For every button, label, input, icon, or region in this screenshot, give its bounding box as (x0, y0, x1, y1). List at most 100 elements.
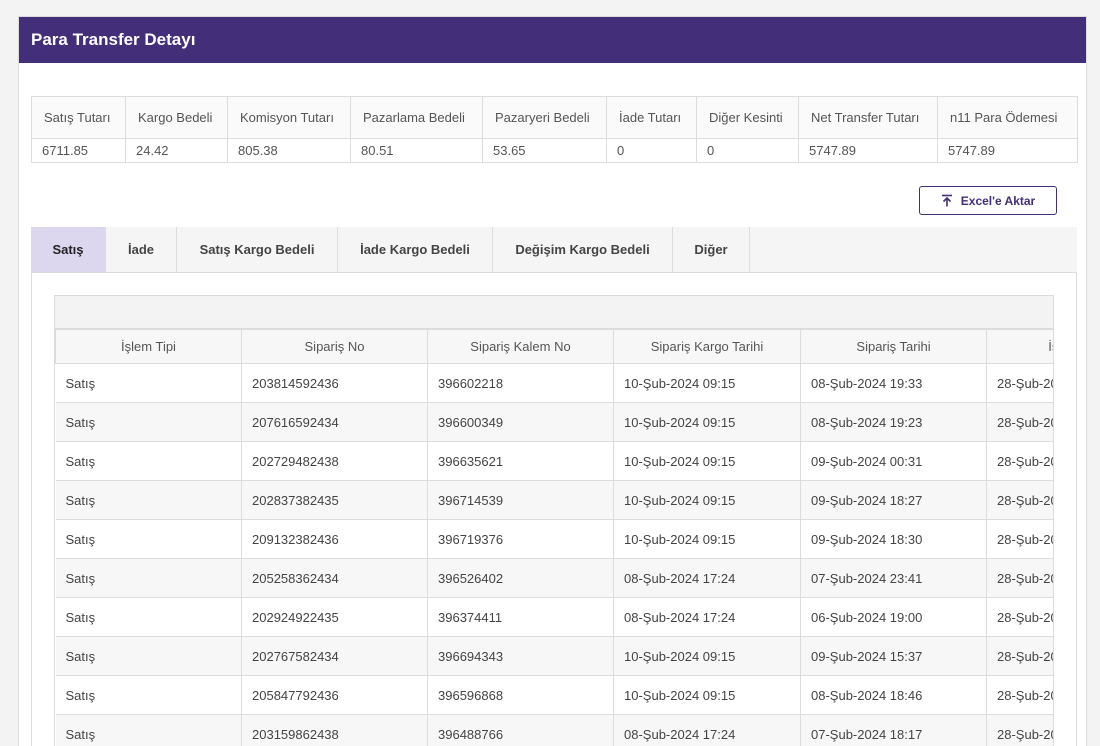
cell-order-date: 07-Şub-2024 18:17 (800, 714, 987, 746)
cell-order-no: 203159862438 (241, 714, 428, 746)
cell-order-date: 08-Şub-2024 18:46 (800, 675, 987, 715)
summary-value-sales-amount: 6711.85 (31, 138, 126, 163)
tab-bar: Satış İade Satış Kargo Bedeli İade Kargo… (31, 227, 1077, 273)
cell-transaction-date: 28-Şub-2024 (986, 558, 1053, 598)
cell-order-shipping-date: 10-Şub-2024 09:15 (613, 402, 801, 442)
summary-header-other-deduction: Diğer Kesinti (696, 96, 799, 139)
summary-header-shipping-fee: Kargo Bedeli (125, 96, 228, 139)
cell-transaction-date: 28-Şub-2024 (986, 480, 1053, 520)
column-header-transaction-date[interactable]: İşlem Tarihi (986, 329, 1053, 364)
grid-header-row: İşlem Tipi Sipariş No Sipariş Kalem No S… (55, 329, 1053, 364)
tab-sales[interactable]: Satış (31, 227, 106, 272)
cell-transaction-type: Satış (55, 675, 242, 715)
summary-header-marketing-fee: Pazarlama Bedeli (350, 96, 483, 139)
cell-order-no: 202729482438 (241, 441, 428, 481)
cell-order-shipping-date: 10-Şub-2024 09:15 (613, 441, 801, 481)
summary-value-net-transfer: 5747.89 (798, 138, 938, 163)
summary-value-marketplace-fee: 53.65 (482, 138, 607, 163)
tab-refund-shipping-fee[interactable]: İade Kargo Bedeli (338, 227, 493, 272)
table-row: Satış 203814592436 396602218 10-Şub-2024 09… (55, 363, 1053, 403)
cell-order-no: 205847792436 (241, 675, 428, 715)
cell-order-item-no: 396602218 (427, 363, 614, 403)
cell-transaction-type: Satış (55, 402, 242, 442)
cell-order-no: 203814592436 (241, 363, 428, 403)
cell-transaction-type: Satış (55, 597, 242, 637)
tab-refund[interactable]: İade (106, 227, 177, 272)
cell-order-shipping-date: 08-Şub-2024 17:24 (613, 558, 801, 598)
cell-transaction-date: 28-Şub-2024 (986, 363, 1053, 403)
column-header-transaction-type[interactable]: İşlem Tipi (55, 329, 242, 364)
cell-order-shipping-date: 08-Şub-2024 17:24 (613, 597, 801, 637)
summary-value-refund-amount: 0 (606, 138, 697, 163)
table-row: Satış 205258362434 396526402 08-Şub-2024 17… (55, 558, 1053, 598)
cell-order-date: 08-Şub-2024 19:33 (800, 363, 987, 403)
table-row: Satış 202729482438 396635621 10-Şub-2024 09… (55, 441, 1053, 481)
grid-toolbar (55, 295, 1053, 329)
summary-header-sales-amount: Satış Tutarı (31, 96, 126, 139)
cell-transaction-date: 28-Şub-2024 (986, 636, 1053, 676)
cell-transaction-date: 28-Şub-2024 (986, 714, 1053, 746)
cell-order-shipping-date: 10-Şub-2024 09:15 (613, 636, 801, 676)
cell-order-shipping-date: 10-Şub-2024 09:15 (613, 480, 801, 520)
column-header-order-no[interactable]: Sipariş No (241, 329, 428, 364)
column-header-order-shipping-date[interactable]: Sipariş Kargo Tarihi (613, 329, 801, 364)
cell-order-no: 209132382436 (241, 519, 428, 559)
summary-header-net-transfer: Net Transfer Tutarı (798, 96, 938, 139)
cell-transaction-type: Satış (55, 636, 242, 676)
summary-value-other-deduction: 0 (696, 138, 799, 163)
upload-arrow-icon (941, 194, 952, 207)
cell-order-item-no: 396596868 (427, 675, 614, 715)
tab-exchange-shipping-fee[interactable]: Değişim Kargo Bedeli (493, 227, 673, 272)
cell-order-no: 205258362434 (241, 558, 428, 598)
excel-export-label: Excel'e Aktar (960, 193, 1036, 208)
summary-header-n11-payment: n11 Para Ödemesi (937, 96, 1078, 139)
cell-order-date: 07-Şub-2024 23:41 (800, 558, 987, 598)
cell-order-date: 09-Şub-2024 18:30 (800, 519, 987, 559)
summary-header-row: Satış Tutarı Kargo Bedeli Komisyon Tutar… (31, 96, 1078, 139)
cell-order-no: 202837382435 (241, 480, 428, 520)
cell-order-item-no: 396694343 (427, 636, 614, 676)
tab-content: İşlem Tipi Sipariş No Sipariş Kalem No S… (31, 273, 1077, 746)
cell-order-no: 202767582434 (241, 636, 428, 676)
cell-order-date: 09-Şub-2024 18:27 (800, 480, 987, 520)
column-header-order-item-no[interactable]: Sipariş Kalem No (427, 329, 614, 364)
cell-order-item-no: 396600349 (427, 402, 614, 442)
cell-order-date: 09-Şub-2024 15:37 (800, 636, 987, 676)
table-row: Satış 202767582434 396694343 10-Şub-2024 09… (55, 636, 1053, 676)
summary-value-row: 6711.85 24.42 805.38 80.51 53.65 0 0 574… (31, 138, 1078, 163)
cell-transaction-date: 28-Şub-2024 (986, 675, 1053, 715)
summary-value-commission: 805.38 (227, 138, 351, 163)
table-row: Satış 202837382435 396714539 10-Şub-2024 09… (55, 480, 1053, 520)
excel-export-button[interactable]: Excel'e Aktar (919, 186, 1057, 215)
cell-transaction-date: 28-Şub-2024 (986, 441, 1053, 481)
cell-transaction-type: Satış (55, 519, 242, 559)
table-row: Satış 203159862438 396488766 08-Şub-2024 17… (55, 714, 1053, 746)
transfer-detail-panel: Para Transfer Detayı Satış Tutarı Kargo … (18, 16, 1087, 746)
panel-header: Para Transfer Detayı (19, 17, 1086, 63)
cell-transaction-date: 28-Şub-2024 (986, 597, 1053, 637)
transactions-grid[interactable]: İşlem Tipi Sipariş No Sipariş Kalem No S… (54, 295, 1054, 746)
cell-transaction-type: Satış (55, 441, 242, 481)
summary-value-shipping-fee: 24.42 (125, 138, 228, 163)
cell-order-shipping-date: 10-Şub-2024 09:15 (613, 675, 801, 715)
transactions-table: İşlem Tipi Sipariş No Sipariş Kalem No S… (55, 329, 1053, 746)
cell-transaction-date: 28-Şub-2024 (986, 402, 1053, 442)
tab-other[interactable]: Diğer (673, 227, 750, 272)
cell-order-item-no: 396635621 (427, 441, 614, 481)
summary-value-n11-payment: 5747.89 (937, 138, 1078, 163)
table-row: Satış 202924922435 396374411 08-Şub-2024 17… (55, 597, 1053, 637)
cell-transaction-type: Satış (55, 558, 242, 598)
table-row: Satış 207616592434 396600349 10-Şub-2024 09… (55, 402, 1053, 442)
panel-title: Para Transfer Detayı (31, 30, 196, 49)
summary-header-commission: Komisyon Tutarı (227, 96, 351, 139)
summary-value-marketing-fee: 80.51 (350, 138, 483, 163)
cell-order-shipping-date: 08-Şub-2024 17:24 (613, 714, 801, 746)
summary-header-marketplace-fee: Pazaryeri Bedeli (482, 96, 607, 139)
cell-order-date: 09-Şub-2024 00:31 (800, 441, 987, 481)
tab-sales-shipping-fee[interactable]: Satış Kargo Bedeli (177, 227, 338, 272)
summary-table: Satış Tutarı Kargo Bedeli Komisyon Tutar… (31, 96, 1078, 163)
cell-order-item-no: 396374411 (427, 597, 614, 637)
table-row: Satış 205847792436 396596868 10-Şub-2024 09… (55, 675, 1053, 715)
table-row: Satış 209132382436 396719376 10-Şub-2024 09… (55, 519, 1053, 559)
column-header-order-date[interactable]: Sipariş Tarihi (800, 329, 987, 364)
